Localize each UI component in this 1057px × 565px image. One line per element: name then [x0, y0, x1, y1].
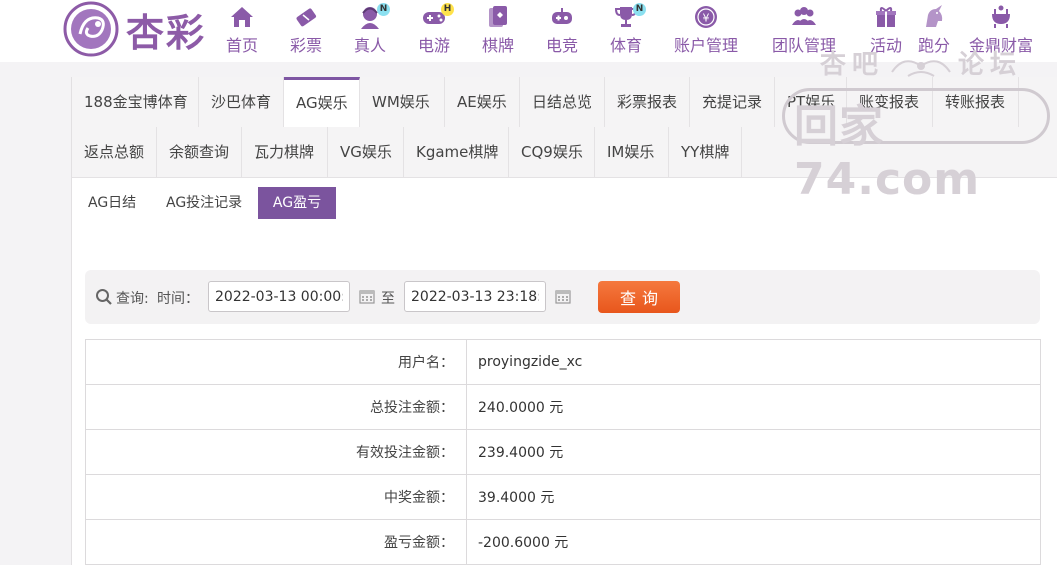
profit-loss-table: 用户名： proyingzide_xc 总投注金额： 240.0000 元 有效投注… [85, 339, 1041, 565]
nav-item-account[interactable]: ¥ 账户管理 [674, 0, 738, 58]
tab-rebate-total[interactable]: 返点总额 [72, 127, 157, 177]
nav-item-team[interactable]: 团队管理 [772, 0, 836, 58]
new-badge: N [633, 3, 646, 16]
table-row: 有效投注金额： 239.4000 元 [85, 429, 1041, 475]
tab-yy-chess[interactable]: YY棋牌 [669, 127, 742, 177]
brand-logo[interactable]: 杏彩 [62, 0, 206, 58]
tab-vg-entertainment[interactable]: VG娱乐 [328, 127, 404, 177]
nav-item-live[interactable]: N 真人 [354, 0, 390, 58]
svg-text:¥: ¥ [703, 12, 710, 25]
nav-item-lottery[interactable]: 彩票 [290, 0, 322, 58]
nav-item-electronic[interactable]: H 电游 [418, 0, 454, 58]
tab-pt-entertainment[interactable]: PT娱乐 [775, 77, 847, 127]
valid-bet-value: 239.4000 元 [466, 429, 1041, 475]
query-button[interactable]: 查询 [598, 281, 680, 313]
lottery-ticket-icon [296, 8, 317, 27]
tab-wali-chess[interactable]: 瓦力棋牌 [242, 127, 328, 177]
tab-im-entertainment[interactable]: IM娱乐 [595, 127, 669, 177]
query-label: 查询: [116, 291, 149, 307]
top-header: 杏彩 首页 彩票 N 真人 H 电游 棋牌 电竞 N 体育 ¥ 账户管理 团队管… [0, 0, 1057, 62]
nav-item-jinding-wealth[interactable]: 金鼎财富 [969, 0, 1033, 58]
tab-ag-entertainment[interactable]: AG娱乐 [284, 77, 360, 127]
tab-188-jinbaobo-sports[interactable]: 188金宝博体育 [72, 77, 199, 127]
table-row: 用户名： proyingzide_xc [85, 339, 1041, 385]
nav-item-chess[interactable]: 棋牌 [482, 0, 514, 58]
subtab-ag-profit-loss[interactable]: AG盈亏 [258, 187, 336, 219]
logo-text: 杏彩 [126, 9, 207, 55]
home-icon [231, 7, 253, 27]
tab-balance-query[interactable]: 余额查询 [157, 127, 242, 177]
subtab-ag-daily[interactable]: AG日结 [80, 187, 144, 219]
to-label: 至 [381, 291, 395, 307]
tab-daily-overview[interactable]: 日结总览 [520, 77, 605, 127]
table-row: 盈亏金额： -200.6000 元 [85, 519, 1041, 565]
gift-icon [876, 7, 896, 27]
nav-item-esports[interactable]: 电竞 [546, 0, 578, 58]
team-icon [792, 7, 816, 25]
username-value: proyingzide_xc [466, 339, 1041, 385]
win-amount-label: 中奖金额： [85, 474, 467, 520]
tab-wm-entertainment[interactable]: WM娱乐 [360, 77, 445, 127]
tab-saba-sports[interactable]: 沙巴体育 [199, 77, 284, 127]
username-label: 用户名： [85, 339, 467, 385]
unicorn-icon [926, 5, 943, 27]
new-badge: N [377, 3, 390, 16]
query-bar: 查询: 时间： 至 查询 [85, 270, 1040, 324]
table-row: 中奖金额： 39.4000 元 [85, 474, 1041, 520]
tab-ae-entertainment[interactable]: AE娱乐 [445, 77, 520, 127]
subtab-ag-bet-records[interactable]: AG投注记录 [158, 187, 250, 219]
table-row: 总投注金额： 240.0000 元 [85, 384, 1041, 430]
win-amount-value: 39.4000 元 [466, 474, 1041, 520]
tab-account-change-report[interactable]: 账变报表 [847, 77, 933, 127]
tab-cq9-entertainment[interactable]: CQ9娱乐 [509, 127, 595, 177]
end-time-input[interactable] [404, 281, 546, 312]
cards-icon [489, 6, 507, 27]
time-label: 时间： [157, 291, 199, 307]
nav-item-home[interactable]: 首页 [226, 0, 258, 58]
total-bet-label: 总投注金额： [85, 384, 467, 430]
hot-badge: H [441, 3, 454, 16]
calendar-icon[interactable] [359, 288, 375, 304]
tab-deposit-withdraw-records[interactable]: 充提记录 [690, 77, 775, 127]
tab-transfer-report[interactable]: 转账报表 [933, 77, 1019, 127]
nav-item-run-score[interactable]: 跑分 [918, 0, 950, 58]
profit-loss-value: -200.6000 元 [466, 519, 1041, 565]
cauldron-icon [992, 5, 1010, 28]
calendar-icon[interactable] [555, 288, 571, 304]
esports-controller-icon [552, 8, 572, 24]
total-bet-value: 240.0000 元 [466, 384, 1041, 430]
start-time-input[interactable] [208, 281, 350, 312]
nav-item-sports[interactable]: N 体育 [610, 0, 646, 58]
nav-item-activity[interactable]: 活动 [870, 0, 902, 58]
tab-kgame-chess[interactable]: Kgame棋牌 [404, 127, 509, 177]
logo-emblem-icon [63, 1, 119, 57]
account-coin-icon: ¥ [695, 6, 717, 28]
report-panel: 188金宝博体育 沙巴体育 AG娱乐 WM娱乐 AE娱乐 日结总览 彩票报表 充… [71, 77, 1057, 565]
report-tabs: 188金宝博体育 沙巴体育 AG娱乐 WM娱乐 AE娱乐 日结总览 彩票报表 充… [72, 77, 1057, 178]
search-icon [96, 289, 112, 305]
profit-loss-label: 盈亏金额： [85, 519, 467, 565]
tab-lottery-report[interactable]: 彩票报表 [605, 77, 690, 127]
valid-bet-label: 有效投注金额： [85, 429, 467, 475]
